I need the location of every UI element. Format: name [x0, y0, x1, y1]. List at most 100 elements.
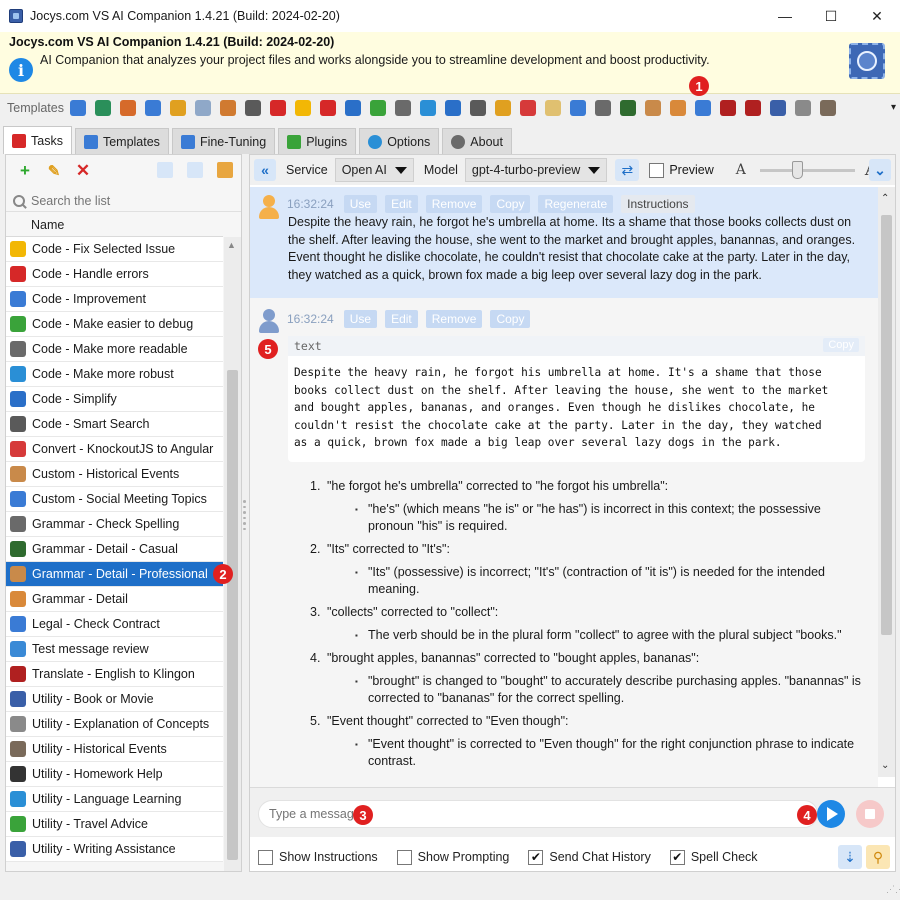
- copy-button[interactable]: Copy: [490, 195, 531, 213]
- option-show-instructions[interactable]: Show Instructions: [250, 849, 378, 865]
- refresh-icon[interactable]: ⇄: [615, 159, 640, 181]
- chat-scrollbar[interactable]: ⌃ ⌄: [878, 187, 895, 777]
- list-item[interactable]: Code - Improvement: [6, 287, 223, 312]
- column-header-name[interactable]: Name: [6, 213, 223, 237]
- tab-templates[interactable]: Templates: [74, 128, 169, 154]
- search-input[interactable]: [31, 193, 221, 208]
- shield-icon[interactable]: [419, 100, 436, 116]
- regenerate-button[interactable]: Regenerate: [538, 195, 614, 213]
- option-checkbox[interactable]: [396, 849, 412, 865]
- document-icon[interactable]: [194, 100, 211, 116]
- list-item[interactable]: Utility - Language Learning: [6, 787, 223, 812]
- option-checkbox[interactable]: ✔: [669, 849, 685, 865]
- expand-down-icon[interactable]: ⌄: [869, 159, 891, 181]
- abc-icon[interactable]: [594, 100, 611, 116]
- teacher-icon[interactable]: [669, 100, 686, 116]
- list-item[interactable]: Utility - Homework Help: [6, 762, 223, 787]
- delete-icon[interactable]: ✕: [73, 161, 93, 181]
- maximize-icon[interactable]: ☐: [808, 0, 854, 32]
- globe-icon[interactable]: [344, 100, 361, 116]
- panel-splitter[interactable]: [242, 500, 246, 530]
- scroll-up-icon[interactable]: ⌃: [881, 193, 889, 204]
- option-checkbox[interactable]: ✔: [528, 849, 544, 865]
- font-size-slider[interactable]: [759, 160, 855, 180]
- code-copy-button[interactable]: Copy: [823, 338, 859, 352]
- use-button[interactable]: Use: [343, 195, 378, 213]
- history-icon[interactable]: [819, 100, 836, 116]
- collapse-left-icon[interactable]: «: [254, 159, 276, 181]
- list-item[interactable]: Code - Make easier to debug: [6, 312, 223, 337]
- tab-options[interactable]: Options: [359, 128, 440, 154]
- list-item[interactable]: Utility - Historical Events: [6, 737, 223, 762]
- list-item[interactable]: Code - Smart Search: [6, 412, 223, 437]
- font-smaller-icon[interactable]: A: [736, 162, 746, 178]
- preview-checkbox[interactable]: [649, 162, 665, 178]
- list-item[interactable]: Code - Handle errors: [6, 262, 223, 287]
- edit-button[interactable]: Edit: [385, 195, 418, 213]
- person-icon[interactable]: [644, 100, 661, 116]
- shapes-icon[interactable]: [119, 100, 136, 116]
- scroll-down-icon[interactable]: ⌄: [881, 760, 889, 771]
- resize-grip-icon[interactable]: ⋰⋰: [886, 885, 900, 898]
- instructions-button[interactable]: Instructions: [621, 195, 695, 213]
- list-item[interactable]: Grammar - Detail: [6, 587, 223, 612]
- option-checkbox[interactable]: [258, 849, 273, 865]
- list-item[interactable]: Code - Simplify: [6, 387, 223, 412]
- list-item[interactable]: Utility - Travel Advice: [6, 812, 223, 837]
- slider-thumb[interactable]: [791, 161, 803, 179]
- scroll-up-icon[interactable]: ▲: [227, 240, 236, 250]
- scrollbar-thumb[interactable]: [881, 215, 892, 635]
- glasses-icon[interactable]: [394, 100, 411, 116]
- chat-icon[interactable]: [69, 100, 86, 116]
- list-item[interactable]: Code - Fix Selected Issue: [6, 237, 223, 262]
- search-icon[interactable]: [244, 100, 261, 116]
- puzzle-icon[interactable]: [494, 100, 511, 116]
- toolbar-overflow-icon[interactable]: ▾: [891, 102, 896, 113]
- list-item[interactable]: Utility - Writing Assistance: [6, 837, 223, 862]
- klingon-icon[interactable]: [744, 100, 761, 116]
- person-icon[interactable]: [619, 100, 636, 116]
- list-item[interactable]: Code - Make more readable: [6, 337, 223, 362]
- warning-icon[interactable]: [294, 100, 311, 116]
- error-icon[interactable]: [269, 100, 286, 116]
- close-icon[interactable]: ✕: [854, 0, 900, 32]
- tab-fine-tuning[interactable]: Fine-Tuning: [171, 128, 276, 154]
- tab-about[interactable]: About: [442, 128, 512, 154]
- model-dropdown[interactable]: gpt-4-turbo-preview: [464, 158, 608, 182]
- edit-icon[interactable]: ✎: [44, 162, 64, 180]
- scrollbar-thumb[interactable]: [227, 370, 238, 860]
- remove-button[interactable]: Remove: [425, 310, 483, 328]
- knockout-icon[interactable]: [519, 100, 536, 116]
- list-item[interactable]: Grammar - Detail - Professional: [6, 562, 223, 587]
- option-show-prompting[interactable]: Show Prompting: [389, 849, 509, 865]
- tab-plugins[interactable]: Plugins: [278, 128, 357, 154]
- service-dropdown[interactable]: Open AI: [334, 158, 414, 182]
- clipboard-icon[interactable]: [217, 162, 233, 178]
- users-icon[interactable]: [569, 100, 586, 116]
- list-item[interactable]: Custom - Historical Events: [6, 462, 223, 487]
- note-icon[interactable]: [544, 100, 561, 116]
- minimize-icon[interactable]: —: [762, 0, 808, 32]
- brush-icon[interactable]: [169, 100, 186, 116]
- code-icon[interactable]: [144, 100, 161, 116]
- copy-button[interactable]: Copy: [490, 310, 531, 328]
- option-send-chat-history[interactable]: ✔ Send Chat History: [520, 849, 651, 865]
- list-item[interactable]: Test message review: [6, 637, 223, 662]
- sort-icon[interactable]: [157, 162, 173, 178]
- scroll-bottom-icon[interactable]: ⇣: [838, 845, 862, 869]
- stop-icon[interactable]: [856, 800, 884, 828]
- chart-icon[interactable]: [219, 100, 236, 116]
- edit-button[interactable]: Edit: [385, 310, 418, 328]
- send-icon[interactable]: [817, 800, 845, 828]
- list-item[interactable]: Convert - KnockoutJS to Angular: [6, 437, 223, 462]
- legal-icon[interactable]: [694, 100, 711, 116]
- magnifier-icon[interactable]: [469, 100, 486, 116]
- clear-icon[interactable]: ⚲: [866, 845, 890, 869]
- message-input[interactable]: [258, 800, 818, 828]
- list-item[interactable]: Legal - Check Contract: [6, 612, 223, 637]
- arrow-icon[interactable]: [444, 100, 461, 116]
- bug-icon[interactable]: [719, 100, 736, 116]
- list-scrollbar[interactable]: ▲: [224, 237, 241, 871]
- list-item[interactable]: Grammar - Detail - Casual: [6, 537, 223, 562]
- list-item[interactable]: Custom - Social Meeting Topics: [6, 487, 223, 512]
